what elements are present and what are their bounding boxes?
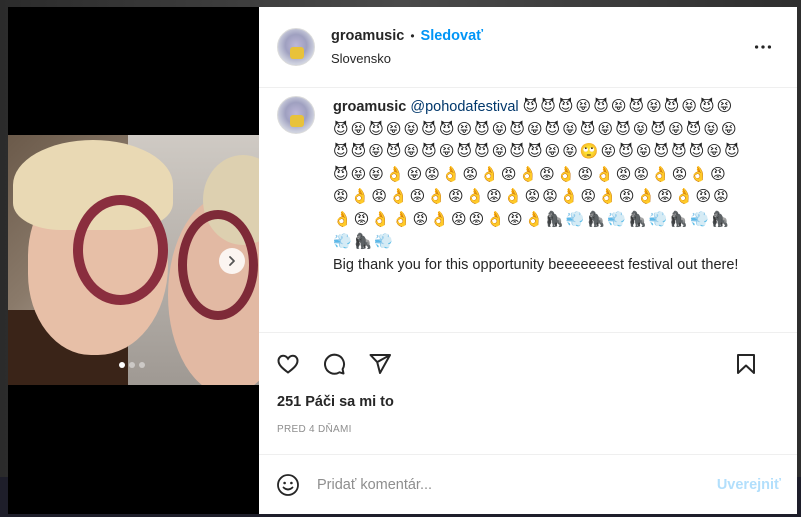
avatar[interactable] xyxy=(277,28,315,66)
caption-emojis: 😡👌👌😡👌😡😡👌😡👌🦍💨🦍💨🦍💨🦍💨 xyxy=(353,209,711,228)
separator-dot: • xyxy=(410,29,415,43)
caption-avatar[interactable] xyxy=(277,96,315,134)
share-button[interactable] xyxy=(367,351,393,377)
carousel-dot xyxy=(119,362,125,368)
post-panel: groamusic • Sledovať Slovensko groamusic… xyxy=(259,7,797,514)
comment-form: Uverejniť xyxy=(259,454,797,514)
caption-section: groamusic @pohodafestival 😈😈😈😝😈😝😈😝😈😝😈😝😈😝… xyxy=(259,88,797,332)
caption-body: groamusic @pohodafestival 😈😈😈😝😈😝😈😝😈😝😈😝😈😝… xyxy=(333,96,745,332)
post-comment-button[interactable]: Uverejniť xyxy=(717,477,781,493)
carousel-dots xyxy=(119,362,145,368)
location-link[interactable]: Slovensko xyxy=(331,51,483,66)
caption-username[interactable]: groamusic xyxy=(333,99,406,115)
more-options-button[interactable] xyxy=(751,35,775,59)
post-header: groamusic • Sledovať Slovensko xyxy=(259,7,797,88)
follow-button[interactable]: Sledovať xyxy=(421,28,484,44)
more-icon xyxy=(754,45,772,49)
carousel-next-button[interactable] xyxy=(219,248,245,274)
smiley-icon xyxy=(277,473,299,496)
comment-button[interactable] xyxy=(321,351,347,377)
share-icon xyxy=(369,353,391,374)
like-button[interactable] xyxy=(275,351,301,377)
likes-count[interactable]: 251 Páči sa mi to xyxy=(259,394,797,416)
username-link[interactable]: groamusic xyxy=(331,28,404,44)
save-button[interactable] xyxy=(733,351,759,377)
carousel-dot xyxy=(129,362,135,368)
comment-icon xyxy=(324,353,346,375)
post-time[interactable]: PRED 4 DŇAMI xyxy=(259,424,797,454)
post-media xyxy=(8,7,259,514)
chevron-right-icon xyxy=(229,256,235,266)
caption-text: Big thank you for this opportunity beeee… xyxy=(333,256,739,273)
mention-link[interactable]: @pohodafestival xyxy=(410,99,518,115)
action-bar xyxy=(259,332,797,394)
comment-input[interactable] xyxy=(317,476,717,493)
bookmark-icon xyxy=(737,354,755,374)
emoji-picker-button[interactable] xyxy=(275,472,301,498)
post-modal: groamusic • Sledovať Slovensko groamusic… xyxy=(8,7,797,514)
carousel-dot xyxy=(139,362,145,368)
heart-icon xyxy=(277,354,299,374)
caption-emojis: 😈😈😈😝😈😝😈😝😈😝 xyxy=(522,97,700,115)
